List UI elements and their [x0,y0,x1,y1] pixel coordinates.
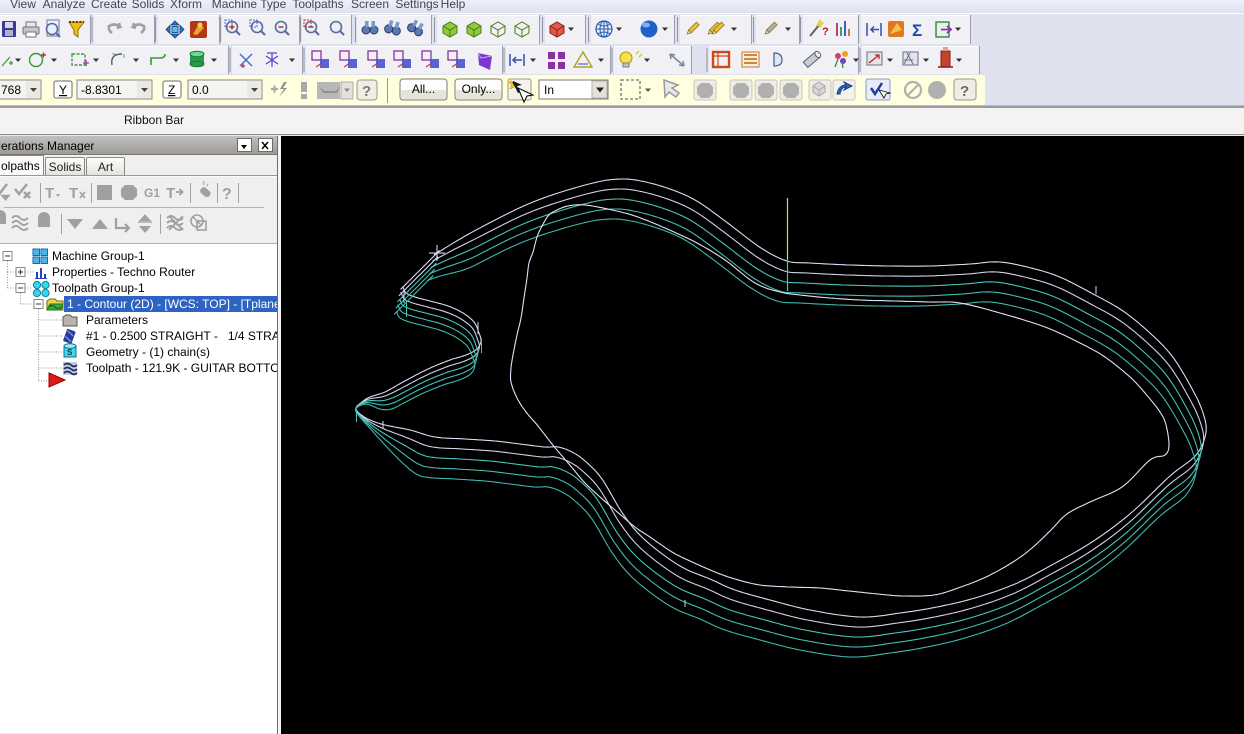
svg-text:768: 768 [1,83,21,97]
svg-text:?: ? [222,186,232,203]
svg-text:1 - Contour (2D) - [WCS: TOP]: 1 - Contour (2D) - [WCS: TOP] - [Tplane:… [67,297,277,311]
svg-text:?: ? [362,83,371,100]
svg-text:Σ: Σ [912,21,922,40]
svg-text:T: T [69,185,78,202]
svg-text:?: ? [960,83,969,100]
svg-text:T: T [166,185,175,202]
svg-text:Z: Z [168,83,175,97]
svg-text:-8.8301: -8.8301 [81,83,122,97]
svg-text:Toolpath - 121.9K - GUITAR BOT: Toolpath - 121.9K - GUITAR BOTTOM_ [86,361,277,375]
svg-text:In: In [544,83,554,97]
svg-text:Geometry - (1) chain(s): Geometry - (1) chain(s) [86,345,210,359]
svg-text:Only...: Only... [462,82,496,96]
svg-text:#1 - 0.2500 STRAIGHT - 1/4 S: #1 - 0.2500 STRAIGHT - 1/4 STRAIG [86,329,277,343]
svg-text:Y: Y [59,83,67,97]
svg-text:G1: G1 [144,186,160,200]
svg-text:All...: All... [412,82,435,96]
svg-text:Parameters: Parameters [86,313,148,327]
svg-text:S: S [67,348,73,357]
svg-text:?: ? [822,26,829,38]
svg-text:0.0: 0.0 [192,83,209,97]
svg-text:Properties - Techno Router: Properties - Techno Router [52,265,195,279]
svg-text:Machine Group-1: Machine Group-1 [52,249,145,263]
svg-text:T: T [45,185,54,202]
svg-text:Toolpath Group-1: Toolpath Group-1 [52,281,145,295]
